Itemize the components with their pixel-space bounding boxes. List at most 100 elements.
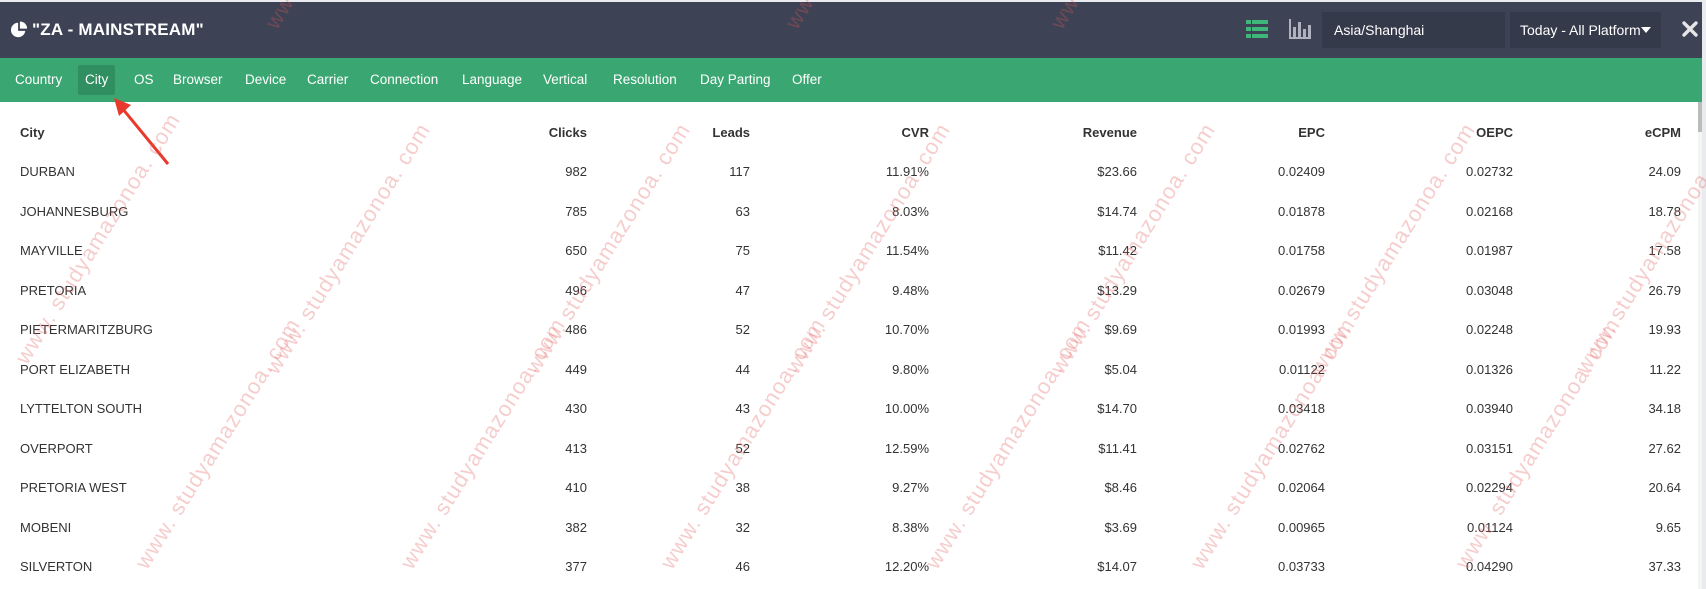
cell-clicks: 377	[565, 559, 587, 574]
cell-oepc: 0.01326	[1466, 361, 1513, 377]
column-header-cvr[interactable]: CVR	[829, 125, 929, 141]
cell-clicks: 486	[565, 322, 587, 337]
cell-oepc: 0.04290	[1466, 559, 1513, 574]
cell-oepc: 0.02732	[1466, 164, 1513, 179]
tab-os[interactable]: OS	[127, 65, 161, 95]
cell-leads: 52	[735, 440, 750, 456]
column-header-leads[interactable]: Leads	[650, 125, 750, 141]
cell-ecpm: 9.65	[1655, 519, 1681, 535]
tab-offer[interactable]: Offer	[785, 65, 829, 95]
cell-revenue: $5.04	[1104, 361, 1137, 377]
close-icon[interactable]	[1680, 19, 1700, 39]
tab-browser[interactable]: Browser	[166, 65, 230, 95]
cell-city: MOBENI	[20, 519, 72, 535]
page-title: "ZA - MAINSTREAM"	[32, 20, 204, 39]
tab-country[interactable]: Country	[8, 65, 69, 95]
cell-ecpm: 17.58	[1648, 243, 1681, 258]
scrollbar-track[interactable]	[1698, 102, 1702, 589]
tab-vertical[interactable]: Vertical	[536, 65, 594, 95]
cell-epc: 0.03418	[1278, 401, 1325, 416]
cell-cvr: 11.54%	[885, 243, 929, 258]
tab-resolution[interactable]: Resolution	[606, 65, 684, 95]
pie-chart-icon	[10, 21, 28, 38]
cell-ecpm: 24.09	[1648, 164, 1681, 179]
cell-leads: 38	[735, 480, 750, 495]
cell-city: MAYVILLE	[20, 243, 83, 258]
cell-oepc: 0.01124	[1466, 519, 1513, 535]
bar-chart-icon[interactable]	[1289, 19, 1311, 39]
cell-city: PORT ELIZABETH	[20, 361, 131, 377]
cell-ecpm: 20.64	[1648, 480, 1681, 495]
cell-clicks: 650	[565, 243, 587, 258]
cell-cvr: 9.48%	[892, 282, 929, 298]
date-range-dropdown[interactable]: Today - All Platform	[1510, 12, 1661, 48]
column-header-epc[interactable]: EPC	[1225, 125, 1325, 141]
cell-leads: 63	[735, 203, 750, 219]
cell-leads: 75	[735, 243, 750, 258]
cell-cvr: 11.91%	[885, 164, 929, 179]
scrollbar-thumb[interactable]	[1698, 102, 1702, 132]
cell-clicks: 449	[565, 361, 587, 377]
column-header-clicks[interactable]: Clicks	[487, 125, 587, 141]
column-header-revenue[interactable]: Revenue	[1037, 125, 1137, 141]
cell-oepc: 0.02168	[1466, 203, 1513, 219]
cell-leads: 46	[735, 559, 750, 574]
cell-clicks: 496	[565, 282, 587, 298]
cell-clicks: 785	[565, 203, 587, 219]
tab-day-parting[interactable]: Day Parting	[693, 65, 778, 95]
cell-oepc: 0.02294	[1466, 480, 1513, 495]
tab-device[interactable]: Device	[238, 65, 293, 95]
cell-city: OVERPORT	[20, 440, 93, 456]
tab-carrier[interactable]: Carrier	[300, 65, 355, 95]
table-view-icon[interactable]	[1246, 19, 1268, 39]
cell-revenue: $8.46	[1104, 480, 1137, 495]
cell-leads: 32	[735, 519, 750, 535]
column-header-ecpm[interactable]: eCPM	[1581, 125, 1681, 141]
date-range-label: Today - All Platform	[1520, 22, 1641, 38]
cell-oepc: 0.02248	[1466, 322, 1513, 337]
cell-leads: 47	[735, 282, 750, 298]
cell-oepc: 0.03151	[1466, 440, 1513, 456]
modal-header: "ZA - MAINSTREAM" Today - All Platform	[0, 2, 1702, 58]
cell-revenue: $11.42	[1098, 243, 1137, 258]
cell-cvr: 8.03%	[892, 203, 929, 219]
cell-revenue: $13.29	[1097, 282, 1137, 298]
cell-clicks: 413	[565, 440, 587, 456]
cell-epc: 0.02409	[1278, 164, 1325, 179]
cell-revenue: $11.41	[1098, 440, 1137, 456]
column-header-city[interactable]: City	[20, 125, 45, 141]
cell-clicks: 410	[565, 480, 587, 495]
cell-ecpm: 37.33	[1648, 559, 1681, 574]
cell-city: PRETORIA	[20, 282, 87, 298]
cell-oepc: 0.03940	[1466, 401, 1513, 416]
cell-leads: 43	[735, 401, 750, 416]
timezone-input[interactable]	[1322, 12, 1505, 48]
cell-city: PIETERMARITZBURG	[20, 322, 153, 337]
cell-oepc: 0.03048	[1466, 282, 1513, 298]
cell-clicks: 382	[565, 519, 587, 535]
tab-city[interactable]: City	[78, 65, 116, 95]
cell-revenue: $23.66	[1097, 164, 1137, 179]
tab-connection[interactable]: Connection	[363, 65, 445, 95]
cell-ecpm: 34.18	[1648, 401, 1681, 416]
cell-city: LYTTELTON SOUTH	[20, 401, 143, 416]
caret-down-icon	[1641, 27, 1651, 33]
column-header-oepc[interactable]: OEPC	[1413, 125, 1513, 141]
cell-clicks: 430	[565, 401, 587, 416]
cell-cvr: 10.00%	[884, 401, 929, 416]
title-wrap: "ZA - MAINSTREAM"	[10, 2, 204, 58]
cell-city: JOHANNESBURG	[20, 203, 129, 219]
tab-language[interactable]: Language	[455, 65, 529, 95]
cell-city: DURBAN	[20, 164, 75, 179]
cell-epc: 0.03733	[1278, 559, 1325, 574]
cell-ecpm: 27.62	[1648, 440, 1681, 456]
cell-epc: 0.02679	[1278, 282, 1325, 298]
cell-revenue: $14.74	[1097, 203, 1137, 219]
cell-revenue: $9.69	[1104, 322, 1137, 337]
cell-leads: 44	[735, 361, 750, 377]
cell-leads: 52	[735, 322, 750, 337]
cell-epc: 0.01758	[1278, 243, 1325, 258]
cell-cvr: 9.27%	[892, 480, 929, 495]
cell-city: SILVERTON	[20, 559, 93, 574]
cell-revenue: $14.07	[1097, 559, 1137, 574]
